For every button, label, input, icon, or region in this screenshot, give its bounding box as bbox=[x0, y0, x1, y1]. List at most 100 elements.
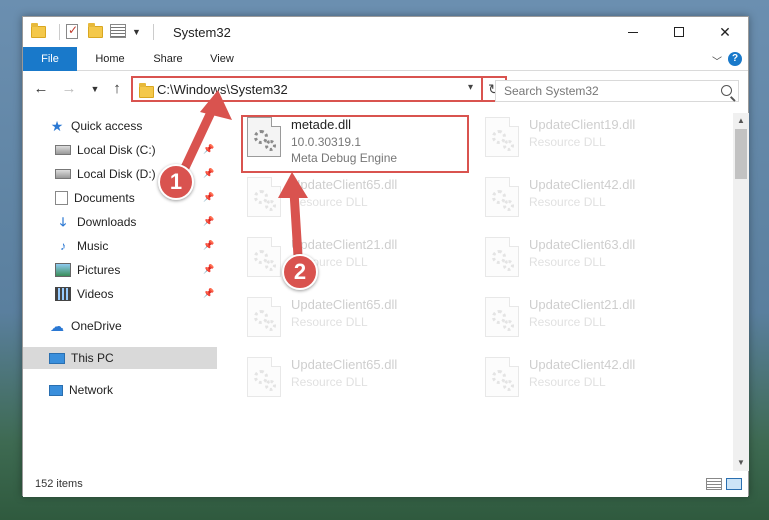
sidebar-item-videos[interactable]: Videos 📌 bbox=[23, 283, 217, 305]
sidebar-item-label: This PC bbox=[71, 351, 114, 365]
address-path[interactable]: C:\Windows\System32 bbox=[157, 82, 288, 97]
sidebar-item-network[interactable]: Network bbox=[23, 379, 217, 401]
maximize-icon bbox=[674, 27, 684, 37]
navigation-bar: ← → ▼ ↑ C:\Windows\System32 ▾ ↻ Search S… bbox=[23, 72, 748, 106]
new-folder-icon[interactable] bbox=[88, 23, 104, 40]
disk-icon bbox=[55, 169, 71, 179]
toolbar-divider bbox=[152, 24, 154, 40]
scroll-up-arrow-icon[interactable]: ▲ bbox=[733, 113, 749, 129]
sidebar-item-music[interactable]: ♪ Music 📌 bbox=[23, 235, 217, 257]
search-input[interactable]: Search System32 bbox=[495, 80, 739, 102]
disk-icon bbox=[55, 145, 71, 155]
search-icon[interactable] bbox=[721, 85, 732, 96]
sidebar-item-label: OneDrive bbox=[71, 319, 122, 333]
properties-icon[interactable] bbox=[110, 24, 126, 40]
sidebar-item-label: Pictures bbox=[77, 263, 121, 277]
file-item[interactable]: UpdateClient21.dll Resource DLL bbox=[481, 293, 707, 349]
file-item[interactable]: UpdateClient42.dll Resource DLL bbox=[481, 173, 707, 229]
minimize-button[interactable] bbox=[610, 17, 656, 47]
pin-icon[interactable]: 📌 bbox=[203, 264, 214, 275]
navigation-pane: ★ Quick access Local Disk (C:) 📌 Local D… bbox=[23, 113, 217, 473]
download-icon: 🡓 bbox=[59, 215, 67, 229]
cloud-icon: ☁ bbox=[50, 318, 64, 334]
file-type: Resource DLL bbox=[529, 375, 606, 389]
sidebar-item-label: Downloads bbox=[77, 215, 137, 229]
file-name: UpdateClient63.dll bbox=[529, 237, 636, 252]
sidebar-item-label: Documents bbox=[74, 191, 135, 205]
sidebar-item-label: Network bbox=[69, 383, 114, 397]
file-name: UpdateClient42.dll bbox=[529, 357, 636, 372]
videos-icon bbox=[55, 287, 71, 301]
dll-file-icon bbox=[485, 297, 519, 337]
dll-file-icon bbox=[485, 177, 519, 217]
file-type: Resource DLL bbox=[529, 195, 606, 209]
address-bar[interactable]: C:\Windows\System32 ▾ bbox=[131, 76, 483, 102]
item-count: 152 items bbox=[35, 478, 83, 490]
customize-toolbar-chevron-icon[interactable]: ▼ bbox=[132, 27, 141, 37]
file-name: UpdateClient65.dll bbox=[291, 357, 398, 372]
tab-view[interactable]: View bbox=[199, 47, 245, 71]
tab-share[interactable]: Share bbox=[143, 47, 193, 71]
dll-file-icon bbox=[247, 357, 281, 397]
tab-file[interactable]: File bbox=[23, 47, 77, 71]
title-bar: ▼ System32 ✕ bbox=[23, 17, 748, 47]
file-item[interactable]: UpdateClient63.dll Resource DLL bbox=[481, 233, 707, 289]
file-name: UpdateClient21.dll bbox=[291, 237, 398, 252]
sidebar-item-this-pc[interactable]: This PC bbox=[23, 347, 217, 369]
file-type: Resource DLL bbox=[529, 135, 606, 149]
file-type: Resource DLL bbox=[291, 195, 368, 209]
file-item[interactable]: UpdateClient65.dll Resource DLL bbox=[243, 293, 469, 349]
toolbar-divider bbox=[59, 24, 60, 40]
file-item[interactable]: UpdateClient65.dll Resource DLL bbox=[243, 353, 469, 409]
forward-arrow-icon[interactable]: → bbox=[59, 79, 79, 99]
dll-file-icon bbox=[485, 237, 519, 277]
help-icon[interactable]: ? bbox=[728, 52, 742, 66]
sidebar-item-downloads[interactable]: 🡓 Downloads 📌 bbox=[23, 211, 217, 233]
file-name: UpdateClient21.dll bbox=[529, 297, 636, 312]
maximize-button[interactable] bbox=[656, 17, 702, 47]
document-icon bbox=[55, 191, 68, 205]
vertical-scrollbar[interactable]: ▲ ▼ bbox=[733, 113, 749, 471]
pin-icon[interactable]: 📌 bbox=[203, 168, 214, 179]
sidebar-item-label: Local Disk (D:) bbox=[77, 167, 156, 181]
close-icon: ✕ bbox=[719, 23, 731, 40]
file-type: Resource DLL bbox=[291, 315, 368, 329]
file-item[interactable]: UpdateClient21.dll Resource DLL bbox=[243, 233, 469, 289]
file-type: Resource DLL bbox=[529, 315, 606, 329]
sidebar-item-local-disk-c[interactable]: Local Disk (C:) 📌 bbox=[23, 139, 217, 161]
step-2-callout: 2 bbox=[282, 254, 318, 290]
details-view-icon[interactable] bbox=[706, 478, 722, 490]
properties-check-icon[interactable] bbox=[66, 23, 82, 40]
dll-file-icon bbox=[247, 297, 281, 337]
computer-icon bbox=[49, 352, 65, 364]
recent-locations-chevron-icon[interactable]: ▼ bbox=[85, 79, 105, 99]
pin-icon[interactable]: 📌 bbox=[203, 288, 214, 299]
file-type: Resource DLL bbox=[529, 255, 606, 269]
address-dropdown-chevron-icon[interactable]: ▾ bbox=[468, 82, 473, 93]
minimize-icon bbox=[628, 31, 638, 33]
file-name: UpdateClient65.dll bbox=[291, 177, 398, 192]
file-item[interactable]: UpdateClient65.dll Resource DLL bbox=[243, 173, 469, 229]
sidebar-item-onedrive[interactable]: ☁ OneDrive bbox=[23, 315, 217, 337]
music-icon: ♪ bbox=[60, 239, 66, 253]
close-button[interactable]: ✕ bbox=[702, 17, 748, 47]
status-bar: 152 items bbox=[23, 473, 748, 497]
tab-home[interactable]: Home bbox=[85, 47, 135, 71]
up-arrow-icon[interactable]: ↑ bbox=[107, 79, 127, 99]
pin-icon[interactable]: 📌 bbox=[203, 144, 214, 155]
file-item[interactable]: UpdateClient42.dll Resource DLL bbox=[481, 353, 707, 409]
back-arrow-icon[interactable]: ← bbox=[31, 79, 51, 99]
pin-icon[interactable]: 📌 bbox=[203, 240, 214, 251]
sidebar-item-pictures[interactable]: Pictures 📌 bbox=[23, 259, 217, 281]
scroll-thumb[interactable] bbox=[735, 129, 747, 179]
file-item[interactable]: UpdateClient19.dll Resource DLL bbox=[481, 113, 707, 169]
pin-icon[interactable]: 📌 bbox=[203, 192, 214, 203]
dll-file-icon bbox=[485, 117, 519, 157]
pin-icon[interactable]: 📌 bbox=[203, 216, 214, 227]
scroll-down-arrow-icon[interactable]: ▼ bbox=[733, 455, 749, 471]
expand-ribbon-chevron-icon[interactable]: ﹀ bbox=[712, 53, 722, 68]
sidebar-item-label: Quick access bbox=[71, 119, 143, 133]
large-icons-view-icon[interactable] bbox=[726, 478, 742, 490]
star-icon: ★ bbox=[50, 118, 64, 134]
sidebar-item-quick-access[interactable]: ★ Quick access bbox=[23, 115, 217, 137]
